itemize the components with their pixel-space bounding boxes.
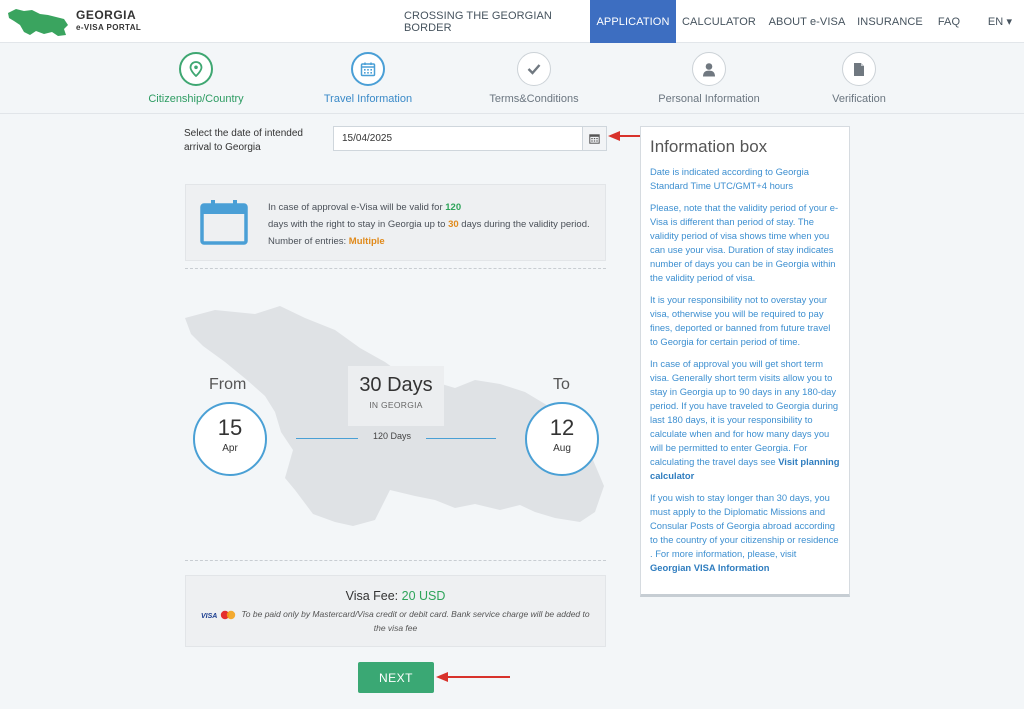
to-label: To [553, 376, 570, 393]
document-icon [842, 52, 876, 86]
from-label: From [209, 376, 247, 393]
annotation-arrow-next [436, 672, 510, 682]
step-label: Terms&Conditions [489, 93, 579, 105]
info-paragraph: Date is indicated according to Georgia S… [650, 166, 809, 191]
information-box: Information box Date is indicated accord… [640, 126, 850, 597]
validity-text-1: In case of approval e-Visa will be valid… [268, 202, 446, 213]
svg-text:VISA: VISA [201, 613, 217, 620]
info-paragraph: It is your responsibility not to oversta… [650, 294, 831, 347]
from-day: 15 [217, 415, 243, 440]
stay-days-title: 30 Days [359, 374, 433, 396]
nav-application[interactable]: APPLICATION [590, 0, 676, 43]
visa-information-link[interactable]: Georgian VISA Information [650, 562, 769, 573]
card-logos-icon: VISA [201, 610, 236, 620]
next-button[interactable]: NEXT [358, 662, 434, 693]
range-line-right [426, 438, 496, 439]
calendar-icon [351, 52, 385, 86]
validity-text-2: days with the right to stay in Georgia u… [268, 219, 449, 230]
info-paragraph: Please, note that the validity period of… [650, 202, 839, 283]
entries-label: Number of entries: [268, 236, 349, 247]
to-month: Aug [553, 443, 571, 454]
info-paragraph: If you wish to stay longer than 30 days,… [650, 491, 840, 575]
fee-label: Visa Fee: [345, 589, 402, 603]
top-navbar: GEORGIA e-VISA PORTAL CROSSING THE GEORG… [0, 0, 1024, 43]
stay-location: IN GEORGIA [369, 400, 423, 410]
validity-range-text: 120 Days [372, 431, 412, 441]
nav-crossing-border[interactable]: CROSSING THE GEORGIAN BORDER [404, 0, 588, 43]
step-label: Citizenship/Country [148, 93, 244, 105]
step-personal-information[interactable]: Personal Information [629, 52, 789, 105]
arrival-date-input[interactable] [333, 126, 583, 151]
nav-about-evisa[interactable]: ABOUT e-VISA [764, 0, 850, 43]
visa-validity-panel: In case of approval e-Visa will be valid… [185, 184, 606, 261]
nav-calculator[interactable]: CALCULATOR [680, 0, 758, 43]
fee-amount: 20 USD [401, 589, 446, 603]
from-month: Apr [222, 443, 238, 454]
person-icon [692, 52, 726, 86]
info-box-title: Information box [650, 137, 768, 156]
nav-insurance[interactable]: INSURANCE [856, 0, 924, 43]
stay-duration-box: 30 Days IN GEORGIA [348, 366, 444, 426]
step-travel-information[interactable]: Travel Information [288, 52, 448, 105]
fee-note: To be paid only by Mastercard/Visa credi… [241, 609, 590, 633]
to-day: 12 [549, 415, 575, 440]
divider [185, 560, 606, 561]
range-line-left [296, 438, 358, 439]
step-label: Travel Information [323, 93, 413, 105]
location-pin-icon [179, 52, 213, 86]
divider [185, 268, 606, 269]
progress-stepper: Citizenship/Country Travel Information T… [0, 44, 1024, 114]
from-date-circle: 15 Apr [193, 402, 267, 476]
calendar-picker-button[interactable] [582, 126, 607, 151]
info-text: If you wish to stay longer than 30 days,… [650, 492, 839, 559]
to-date-circle: 12 Aug [525, 402, 599, 476]
step-label: Personal Information [658, 93, 760, 105]
calendar-icon [589, 134, 600, 144]
validity-text-3: days during the validity period. [458, 219, 590, 230]
info-paragraph: In case of approval you will get short t… [650, 357, 840, 483]
checkmark-icon [517, 52, 551, 86]
step-terms-conditions[interactable]: Terms&Conditions [454, 52, 614, 105]
visa-fee-panel: Visa Fee: 20 USD VISA To be paid only by… [185, 575, 606, 647]
arrival-date-label: Select the date of intended arrival to G… [184, 128, 303, 153]
brand-title: GEORGIA [76, 8, 137, 22]
brand-subtitle: e-VISA PORTAL [76, 23, 142, 32]
stay-days-value: 30 [448, 219, 459, 230]
step-citizenship[interactable]: Citizenship/Country [116, 52, 276, 105]
georgia-map-logo[interactable] [6, 5, 70, 39]
valid-days-value: 120 [445, 202, 462, 213]
step-label: Verification [832, 93, 886, 105]
nav-faq[interactable]: FAQ [930, 0, 968, 43]
step-verification[interactable]: Verification [779, 52, 939, 105]
info-text: In case of approval you will get short t… [650, 358, 839, 467]
language-selector[interactable]: EN ▾ [982, 0, 1018, 43]
entries-value: Multiple [348, 236, 385, 247]
calendar-icon [200, 200, 248, 245]
